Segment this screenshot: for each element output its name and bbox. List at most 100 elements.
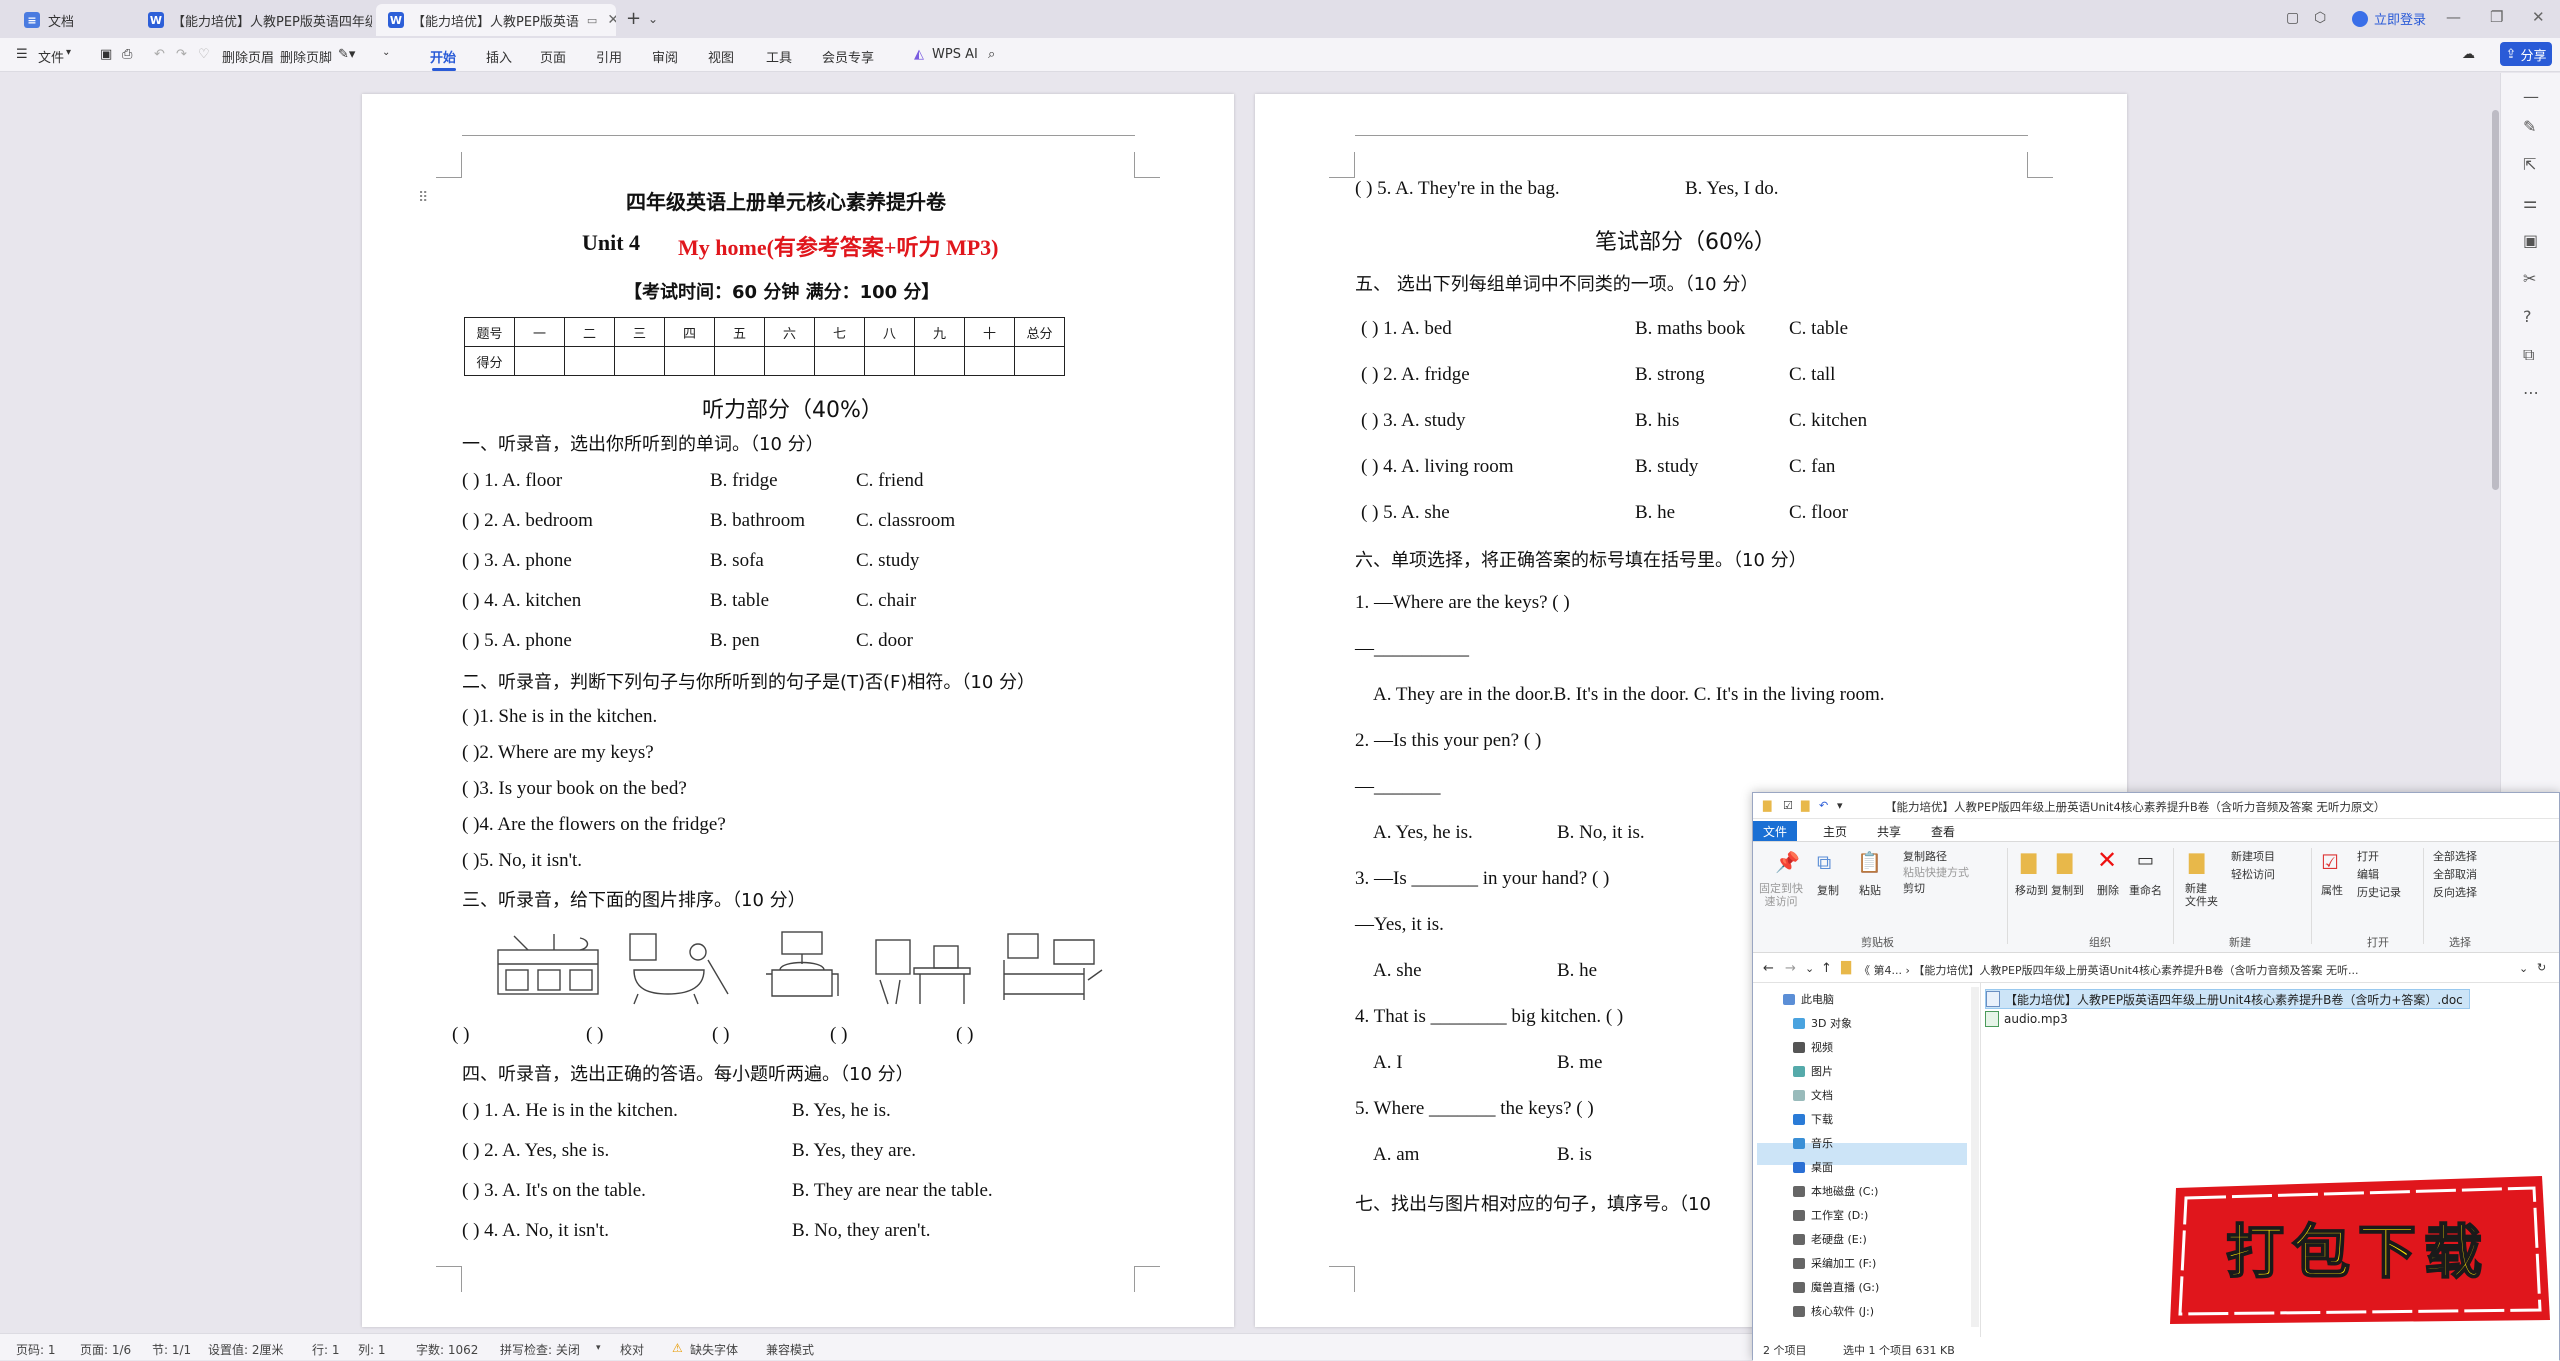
select-all-button[interactable]: 全部选择 [2433,848,2477,864]
select-icon[interactable]: ⇱ [2523,155,2536,174]
tab-references[interactable]: 引用 [596,47,622,66]
nav-item[interactable]: 桌面 [1793,1159,1833,1175]
ribbon-tab-file[interactable]: 文件 [1753,821,1798,842]
list-item[interactable]: audio.mp3 [1985,1009,2068,1029]
move-to-button[interactable]: 移动到 [2015,882,2048,898]
adjust-icon[interactable]: ⚌ [2523,193,2537,212]
ribbon-tab-share[interactable]: 共享 [1877,823,1901,840]
nav-item[interactable]: 魔兽直播 (G:) [1793,1279,1879,1295]
hamburger-menu-icon[interactable]: ☰ [16,47,28,62]
chevron-down-icon[interactable]: ⌄ [648,12,658,26]
status-col[interactable]: 列: 1 [358,1341,386,1358]
delete-footer-button[interactable]: 删除页脚 [280,47,332,66]
copy-path-button[interactable]: 复制路径 [1903,848,1947,864]
file-menu[interactable]: 文件 [38,47,64,66]
minimize-icon[interactable]: — [2446,8,2461,26]
window-layout-icon[interactable]: ▢ [2286,10,2299,26]
easy-access-button[interactable]: 轻松访问 [2231,866,2275,882]
new-folder-icon[interactable]: ▇ [1801,799,1809,812]
share-doc-icon[interactable]: ⧉ [2523,345,2534,365]
print-icon[interactable]: ⎙ [122,47,132,62]
select-none-button[interactable]: 全部取消 [2433,866,2477,882]
open-button[interactable]: 打开 [2357,848,2379,864]
paste-icon[interactable]: 📋 [1857,850,1882,874]
nav-item[interactable]: 3D 对象 [1793,1015,1852,1031]
address-path[interactable]: 《 第4... › 【能力培优】人教PEP版四年级上册英语Unit4核心素养提升… [1859,962,2499,978]
tab-start[interactable]: 开始 [430,47,456,66]
nav-scrollbar[interactable] [1971,987,1979,1327]
back-icon[interactable]: ← [1763,961,1774,976]
undo-icon[interactable]: ↶ [1819,799,1828,812]
nav-item[interactable]: 核心软件 (J:) [1793,1303,1874,1319]
up-icon[interactable]: ↑ [1821,961,1832,976]
copy-button[interactable]: 复制 [1817,882,1839,898]
paste-shortcut-button[interactable]: 粘贴快捷方式 [1903,864,1969,880]
undo-icon[interactable]: ↶ [154,47,165,62]
copy-to-icon[interactable]: ▇ [2057,850,2072,874]
tab-member[interactable]: 会员专享 [822,47,874,66]
delete-header-button[interactable]: 删除页眉 [222,47,274,66]
more-icon[interactable]: ⋯ [2523,383,2539,402]
status-missing-font[interactable]: 缺失字体 [690,1341,738,1358]
login-button[interactable]: 立即登录 [2352,9,2426,28]
history-button[interactable]: 历史记录 [2357,884,2401,900]
save-icon[interactable]: ▣ [100,47,112,62]
pin-icon[interactable]: 📌 [1775,850,1800,874]
new-folder-icon[interactable]: ▇ [2189,850,2204,874]
status-page[interactable]: 页码: 1 [16,1341,56,1358]
ribbon-tab-view[interactable]: 查看 [1931,823,1955,840]
nav-item[interactable]: 本地磁盘 (C:) [1793,1183,1878,1199]
nav-item[interactable]: 图片 [1793,1063,1833,1079]
drag-handle-icon[interactable]: ⠿ [418,190,428,207]
rename-button[interactable]: 重命名 [2129,882,2162,898]
forward-icon[interactable]: → [1785,961,1796,976]
skin-icon[interactable]: ⬡ [2314,10,2326,26]
collapse-icon[interactable]: — [2523,87,2539,106]
refresh-icon[interactable]: ↻ [2537,961,2546,974]
new-item-button[interactable]: 新建项目 [2231,848,2275,864]
nav-item[interactable]: 音乐 [1793,1135,1833,1151]
pin-quick-access-button[interactable]: 固定到快 速访问 [1759,882,1803,908]
status-row[interactable]: 行: 1 [312,1341,340,1358]
format-painter-icon[interactable]: ♡ [198,47,210,62]
wps-ai-button[interactable]: WPS AI [932,47,978,62]
nav-item[interactable]: 此电脑 [1783,991,1834,1007]
delete-button[interactable]: 删除 [2097,882,2119,898]
close-tab-icon[interactable]: ✕ [607,12,616,28]
nav-item[interactable]: 工作室 (D:) [1793,1207,1868,1223]
cloud-sync-icon[interactable]: ☁ [2462,47,2475,62]
status-setting[interactable]: 设置值: 2厘米 [208,1341,284,1358]
chevron-down-icon[interactable]: ⌄ [382,47,390,58]
tab-insert[interactable]: 插入 [486,47,512,66]
share-button[interactable]: ⇪ 分享 [2500,42,2552,66]
copy-icon[interactable]: ⧉ [1817,850,1831,874]
status-pages[interactable]: 页面: 1/6 [80,1341,131,1358]
nav-item[interactable]: 老硬盘 (E:) [1793,1231,1867,1247]
download-banner[interactable]: 打包下载 [2162,1170,2554,1328]
chevron-down-icon[interactable]: ⌄ [2519,962,2528,975]
move-to-icon[interactable]: ▇ [2021,850,2036,874]
tab-document-2[interactable]: W 【能力培优】人教PEP版英语 ▭ ✕ [376,4,616,36]
redo-icon[interactable]: ↷ [176,47,187,62]
chevron-down-icon[interactable]: ▾ [66,47,71,58]
copy-to-button[interactable]: 复制到 [2051,882,2084,898]
tools-icon[interactable]: ✂ [2523,269,2536,288]
properties-icon[interactable]: ☑ [2321,850,2339,874]
cut-button[interactable]: 剪切 [1903,880,1925,896]
tab-view[interactable]: 视图 [708,47,734,66]
list-item[interactable]: 【能力培优】人教PEP版英语四年级上册Unit4核心素养提升B卷（含听力+答案）… [1985,989,2470,1009]
nav-item[interactable]: 采编加工 (F:) [1793,1255,1876,1271]
status-proof[interactable]: 校对 [620,1341,644,1358]
nav-item[interactable]: 视频 [1793,1039,1833,1055]
status-spell[interactable]: 拼写检查: 关闭 [500,1341,580,1358]
image-icon[interactable]: ▣ [2523,231,2538,250]
rename-icon[interactable]: ▭ [2137,850,2154,871]
maximize-icon[interactable]: ❐ [2490,8,2503,26]
properties-button[interactable]: 属性 [2321,882,2343,898]
edit-button[interactable]: 编辑 [2357,866,2379,882]
status-section[interactable]: 节: 1/1 [152,1341,191,1358]
edit-icon[interactable]: ✎▾ [338,47,355,62]
status-words[interactable]: 字数: 1062 [416,1341,478,1358]
delete-icon[interactable]: ✕ [2097,846,2117,874]
tab-docs[interactable]: ≡ 文档 [12,4,132,36]
